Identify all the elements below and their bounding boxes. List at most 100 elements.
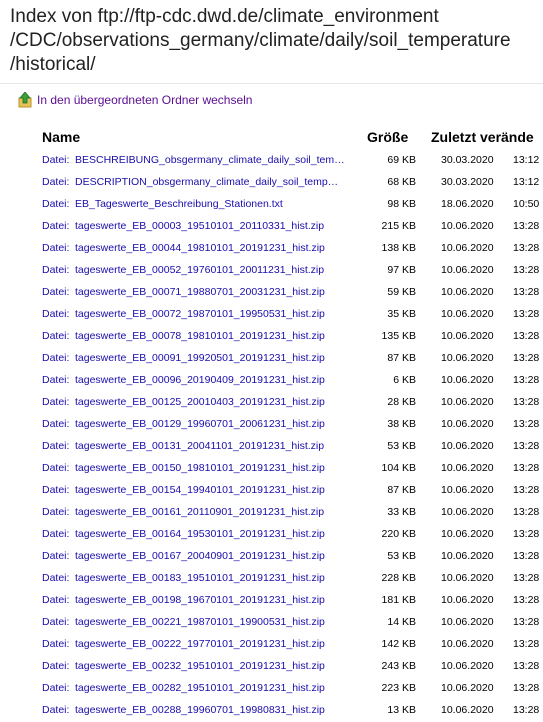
file-date: 10.06.2020 (441, 506, 494, 518)
file-link[interactable]: tageswerte_EB_00071_19880701_20031231_hi… (75, 286, 365, 298)
file-link[interactable]: tageswerte_EB_00222_19770101_20191231_hi… (75, 638, 365, 650)
file-link[interactable]: BESCHREIBUNG_obsgermany_climate_daily_so… (75, 154, 365, 166)
file-date: 10.06.2020 (441, 330, 494, 342)
file-prefix-label[interactable]: Datei: (42, 330, 69, 342)
file-size: 35 KB (387, 308, 416, 320)
file-prefix-label[interactable]: Datei: (42, 506, 69, 518)
file-prefix-label[interactable]: Datei: (42, 440, 69, 452)
file-size: 243 KB (381, 660, 416, 672)
column-header-name[interactable]: Name (42, 129, 80, 145)
file-date: 10.06.2020 (441, 352, 494, 364)
file-prefix-label[interactable]: Datei: (42, 616, 69, 628)
file-link[interactable]: tageswerte_EB_00221_19870101_19900531_hi… (75, 616, 365, 628)
file-table: Name Größe Zuletzt verände Datei: BESCHRE… (0, 126, 543, 722)
file-time: 13:28 (513, 308, 540, 320)
file-link[interactable]: tageswerte_EB_00161_20110901_20191231_hi… (75, 506, 365, 518)
file-prefix-label[interactable]: Datei: (42, 396, 69, 408)
file-link[interactable]: tageswerte_EB_00198_19670101_20191231_hi… (75, 594, 365, 606)
file-date: 10.06.2020 (441, 286, 494, 298)
file-prefix-label[interactable]: Datei: (42, 242, 69, 254)
column-header-size[interactable]: Größe (367, 129, 408, 145)
file-link[interactable]: tageswerte_EB_00150_19810101_20191231_hi… (75, 462, 365, 474)
file-link[interactable]: tageswerte_EB_00282_19510101_20191231_hi… (75, 682, 365, 694)
file-size: 142 KB (381, 638, 416, 650)
file-prefix-label[interactable]: Datei: (42, 264, 69, 276)
title-divider (0, 83, 543, 84)
file-date: 30.03.2020 (441, 154, 494, 166)
file-size: 215 KB (381, 220, 416, 232)
file-prefix-label[interactable]: Datei: (42, 704, 69, 716)
file-time: 13:28 (513, 462, 540, 474)
file-size: 87 KB (387, 352, 416, 364)
file-date: 10.06.2020 (441, 616, 494, 628)
file-prefix-label[interactable]: Datei: (42, 154, 69, 166)
file-prefix-label[interactable]: Datei: (42, 374, 69, 386)
file-date: 10.06.2020 (441, 308, 494, 320)
file-date: 10.06.2020 (441, 220, 494, 232)
file-link[interactable]: EB_Tageswerte_Beschreibung_Stationen.txt (75, 198, 365, 210)
file-size: 98 KB (387, 198, 416, 210)
column-header-modified[interactable]: Zuletzt verände (431, 129, 534, 145)
file-prefix-label[interactable]: Datei: (42, 528, 69, 540)
file-link[interactable]: tageswerte_EB_00183_19510101_20191231_hi… (75, 572, 365, 584)
file-link[interactable]: tageswerte_EB_00232_19510101_20191231_hi… (75, 660, 365, 672)
table-row: Datei: tageswerte_EB_00167_20040901_20191… (0, 546, 543, 568)
file-link[interactable]: DESCRIPTION_obsgermany_climate_daily_soi… (75, 176, 365, 188)
file-link[interactable]: tageswerte_EB_00167_20040901_20191231_hi… (75, 550, 365, 562)
page-title-line: /CDC/observations_germany/climate/daily/… (10, 30, 511, 51)
file-prefix-label[interactable]: Datei: (42, 682, 69, 694)
file-size: 13 KB (387, 704, 416, 716)
file-prefix-label[interactable]: Datei: (42, 660, 69, 672)
file-size: 135 KB (381, 330, 416, 342)
file-time: 13:28 (513, 616, 540, 628)
file-link[interactable]: tageswerte_EB_00052_19760101_20011231_hi… (75, 264, 365, 276)
file-prefix-label[interactable]: Datei: (42, 352, 69, 364)
parent-folder-link[interactable]: In den übergeordneten Ordner wechseln (18, 90, 252, 110)
file-link[interactable]: tageswerte_EB_00154_19940101_20191231_hi… (75, 484, 365, 496)
file-size: 28 KB (387, 396, 416, 408)
file-date: 18.06.2020 (441, 198, 494, 210)
table-row: Datei: tageswerte_EB_00282_19510101_20191… (0, 678, 543, 700)
file-time: 13:12 (513, 154, 540, 166)
file-prefix-label[interactable]: Datei: (42, 308, 69, 320)
file-link[interactable]: tageswerte_EB_00125_20010403_20191231_hi… (75, 396, 365, 408)
file-link[interactable]: tageswerte_EB_00003_19510101_20110331_hi… (75, 220, 365, 232)
file-prefix-label[interactable]: Datei: (42, 198, 69, 210)
file-link[interactable]: tageswerte_EB_00288_19960701_19980831_hi… (75, 704, 365, 716)
file-link[interactable]: tageswerte_EB_00044_19810101_20191231_hi… (75, 242, 365, 254)
file-size: 68 KB (387, 176, 416, 188)
file-link[interactable]: tageswerte_EB_00129_19960701_20061231_hi… (75, 418, 365, 430)
file-prefix-label[interactable]: Datei: (42, 220, 69, 232)
file-size: 69 KB (387, 154, 416, 166)
file-link[interactable]: tageswerte_EB_00096_20190409_20191231_hi… (75, 374, 365, 386)
table-row: Datei: EB_Tageswerte_Beschreibung_Station… (0, 194, 543, 216)
table-row: Datei: tageswerte_EB_00071_19880701_20031… (0, 282, 543, 304)
file-prefix-label[interactable]: Datei: (42, 572, 69, 584)
file-date: 10.06.2020 (441, 550, 494, 562)
table-row: Datei: tageswerte_EB_00183_19510101_20191… (0, 568, 543, 590)
file-date: 10.06.2020 (441, 264, 494, 276)
file-link[interactable]: tageswerte_EB_00072_19870101_19950531_hi… (75, 308, 365, 320)
file-size: 87 KB (387, 484, 416, 496)
file-prefix-label[interactable]: Datei: (42, 462, 69, 474)
file-size: 53 KB (387, 550, 416, 562)
file-prefix-label[interactable]: Datei: (42, 594, 69, 606)
file-size: 53 KB (387, 440, 416, 452)
file-size: 14 KB (387, 616, 416, 628)
file-link[interactable]: tageswerte_EB_00078_19810101_20191231_hi… (75, 330, 365, 342)
file-prefix-label[interactable]: Datei: (42, 418, 69, 430)
table-row: Datei: tageswerte_EB_00096_20190409_20191… (0, 370, 543, 392)
file-link[interactable]: tageswerte_EB_00131_20041101_20191231_hi… (75, 440, 365, 452)
file-prefix-label[interactable]: Datei: (42, 286, 69, 298)
table-row: Datei: tageswerte_EB_00154_19940101_20191… (0, 480, 543, 502)
file-time: 13:28 (513, 286, 540, 298)
file-prefix-label[interactable]: Datei: (42, 176, 69, 188)
file-rows: Datei: BESCHREIBUNG_obsgermany_climate_da… (0, 150, 543, 722)
file-link[interactable]: tageswerte_EB_00164_19530101_20191231_hi… (75, 528, 365, 540)
table-row: Datei: tageswerte_EB_00131_20041101_20191… (0, 436, 543, 458)
file-size: 59 KB (387, 286, 416, 298)
file-prefix-label[interactable]: Datei: (42, 638, 69, 650)
file-link[interactable]: tageswerte_EB_00091_19920501_20191231_hi… (75, 352, 365, 364)
file-prefix-label[interactable]: Datei: (42, 550, 69, 562)
file-prefix-label[interactable]: Datei: (42, 484, 69, 496)
